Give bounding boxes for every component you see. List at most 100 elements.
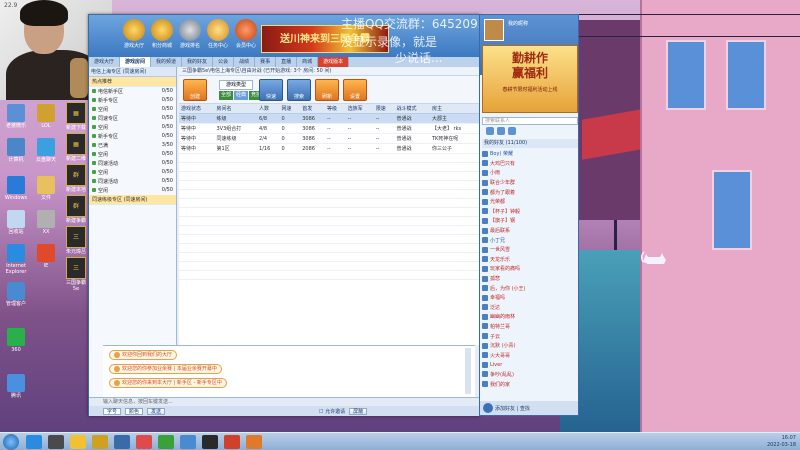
list-item[interactable]: 我们的家 [482, 379, 578, 389]
list-item[interactable]: 【杯子】钟毅 [482, 207, 578, 217]
system-tray-clock[interactable]: 16:07 2022-03-18 [767, 435, 796, 449]
room-entry[interactable]: 同速活动 0/50 [89, 177, 176, 186]
desktop-shortcut[interactable]: 文件 [32, 176, 60, 201]
room-entry[interactable]: 空闲 0/50 [89, 150, 176, 159]
tab-item[interactable]: 游戏大厅 [89, 57, 121, 67]
list-item[interactable]: 帕特兰哥 [482, 322, 578, 332]
room-entry[interactable]: 空闲 0/50 [89, 186, 176, 195]
room-tree-header[interactable]: 电信上海专区 (同速房间) [89, 67, 176, 77]
table-row[interactable]: 等待中 练级 6/8 0 3086 -- -- -- 普通战 大郡主 [179, 113, 479, 124]
points-shop-button[interactable]: 积分商城 [147, 19, 177, 49]
ranking-button[interactable]: 游戏排名 [175, 19, 205, 49]
chat-scrollbar[interactable] [465, 348, 471, 394]
quick-join-button[interactable]: 快速 [259, 79, 283, 101]
room-entry[interactable]: 同速活动 0/50 [89, 159, 176, 168]
allow-invite-checkbox[interactable]: ☐ 允许邀请 [319, 408, 345, 415]
game-shortcut[interactable]: ▦ 新建二维 [63, 133, 89, 162]
mode-all-button[interactable]: 全部 [219, 91, 234, 100]
list-item[interactable]: Boy) 荣耀 [482, 149, 578, 159]
room-entry[interactable]: 空闲 0/50 [89, 105, 176, 114]
column-header[interactable]: 人数 [257, 104, 280, 114]
room-entry[interactable]: 空闲 0/50 [89, 123, 176, 132]
taskbar-app-icon[interactable] [26, 435, 42, 449]
group-icon[interactable] [497, 127, 505, 135]
desktop-shortcut[interactable]: XX [32, 210, 60, 235]
desktop-shortcut[interactable]: 管理客户 [2, 282, 30, 307]
list-item[interactable]: 孤悲 [482, 274, 578, 284]
avatar[interactable] [484, 19, 504, 41]
taskbar-app-icon[interactable] [48, 435, 64, 449]
game-shortcut[interactable]: 群新建本地 [63, 164, 89, 193]
mode-classic-button[interactable]: 经典 [234, 91, 249, 100]
list-item[interactable]: 天龙乐乐 [482, 255, 578, 265]
font-size-select[interactable]: 字号 [103, 407, 122, 415]
list-item[interactable]: 玩家看的痛吗 [482, 264, 578, 274]
tab-item[interactable]: 赛事 [255, 57, 277, 67]
hot-recommend[interactable]: 热点推荐 [89, 77, 176, 87]
list-item[interactable]: 后，为你 (小王) [482, 283, 578, 293]
game-shortcut[interactable]: 三三国争霸5e [63, 257, 89, 292]
list-item[interactable]: 幽幽的雨林 [482, 312, 578, 322]
column-header[interactable]: 房间名 [214, 104, 258, 114]
list-item[interactable]: 小丁兄 [482, 235, 578, 245]
list-item[interactable]: 火大哥哥 [482, 350, 578, 360]
list-item[interactable]: 【旗子】钢 [482, 216, 578, 226]
desktop-shortcut[interactable]: 回收站 [2, 210, 30, 235]
desktop-shortcut[interactable]: 腾讯 [2, 374, 30, 399]
tab-item[interactable]: 直播 [276, 57, 298, 67]
desktop-shortcut[interactable]: 云盘聊天 [32, 138, 60, 163]
column-header[interactable]: 首发 [300, 104, 325, 114]
tab-item[interactable]: 我的好友 [182, 57, 214, 67]
list-item[interactable]: 联合少年群 [482, 178, 578, 188]
room-entry[interactable]: 新手专区 0/50 [89, 96, 176, 105]
friend-group-header[interactable]: 我的好友 (11/100) [482, 139, 578, 148]
column-header[interactable]: 限速 [373, 104, 395, 114]
tab-item[interactable]: 我的频道 [151, 57, 183, 67]
promo-ad[interactable]: 勤耕作 赢福利 春耕节限时福利活动上线 [482, 45, 578, 113]
taskbar-app-icon[interactable] [136, 435, 152, 449]
list-item[interactable]: 光荣都 [482, 197, 578, 207]
tab-item[interactable]: 公会 [213, 57, 235, 67]
game-shortcut[interactable]: 群新建争霸 [63, 195, 89, 224]
column-header[interactable]: 网速 [279, 104, 301, 114]
desktop-shortcut[interactable]: Internet Explorer [2, 244, 30, 275]
room-entry[interactable]: 同速专区 0/50 [89, 114, 176, 123]
list-item[interactable]: 大鸡巴只有 [482, 159, 578, 169]
table-row[interactable]: 等待中 第1区 1/16 0 2086 -- -- -- 普通战 你三公子 [179, 143, 479, 154]
send-button[interactable]: 发送 [147, 407, 166, 415]
list-item[interactable]: 小雨 [482, 168, 578, 178]
taskbar-app-icon[interactable] [114, 435, 130, 449]
room-entry[interactable]: 空闲 0/50 [89, 168, 176, 177]
task-center-button[interactable]: 任务中心 [203, 19, 233, 49]
refresh-button[interactable]: 刷新 [315, 79, 339, 101]
room-entry[interactable]: 新手专区 0/50 [89, 132, 176, 141]
selected-room-group[interactable]: 同速练级专区 (同速房间) [89, 195, 176, 205]
table-row[interactable]: 等待中 3V3组合打 4/8 0 3086 -- -- -- 普通战 【大老】 rks [179, 123, 479, 134]
create-room-button[interactable]: 创建 [183, 79, 207, 101]
start-button[interactable] [3, 434, 19, 450]
room-entry[interactable]: 电信新手区 0/50 [89, 87, 176, 96]
desktop-shortcut[interactable]: 360 [2, 328, 30, 353]
desktop-shortcut[interactable]: IE [32, 244, 60, 269]
taskbar-app-icon[interactable] [70, 435, 86, 449]
menu-icon[interactable] [483, 403, 493, 413]
taskbar-app-icon[interactable] [92, 435, 108, 449]
room-entry[interactable]: 已满 3/50 [89, 141, 176, 150]
recent-icon[interactable] [508, 127, 516, 135]
list-item[interactable]: 最后联系 [482, 226, 578, 236]
list-item[interactable]: 争吵(乱乱) [482, 370, 578, 380]
taskbar-app-icon[interactable] [158, 435, 174, 449]
desktop-shortcut[interactable]: 老婆微乐 [2, 104, 30, 129]
list-item[interactable]: 沉默 (小青) [482, 341, 578, 351]
desktop-shortcut[interactable]: 计算机 [2, 138, 30, 163]
member-center-button[interactable]: 会员中心 [231, 19, 261, 49]
desktop-shortcut[interactable]: LOL [32, 104, 60, 129]
settings-button[interactable]: 设置 [343, 79, 367, 101]
list-item[interactable]: 泛达 [482, 303, 578, 313]
taskbar-app-icon[interactable] [180, 435, 196, 449]
taskbar-app-icon[interactable] [246, 435, 262, 449]
column-header[interactable]: 战斗模式 [394, 104, 430, 114]
font-color-select[interactable]: 颜色 [125, 407, 144, 415]
chat-input[interactable]: 输入聊天信息，按回车键发送... [89, 397, 479, 406]
friend-search-input[interactable]: 搜索联系人 [482, 117, 578, 125]
